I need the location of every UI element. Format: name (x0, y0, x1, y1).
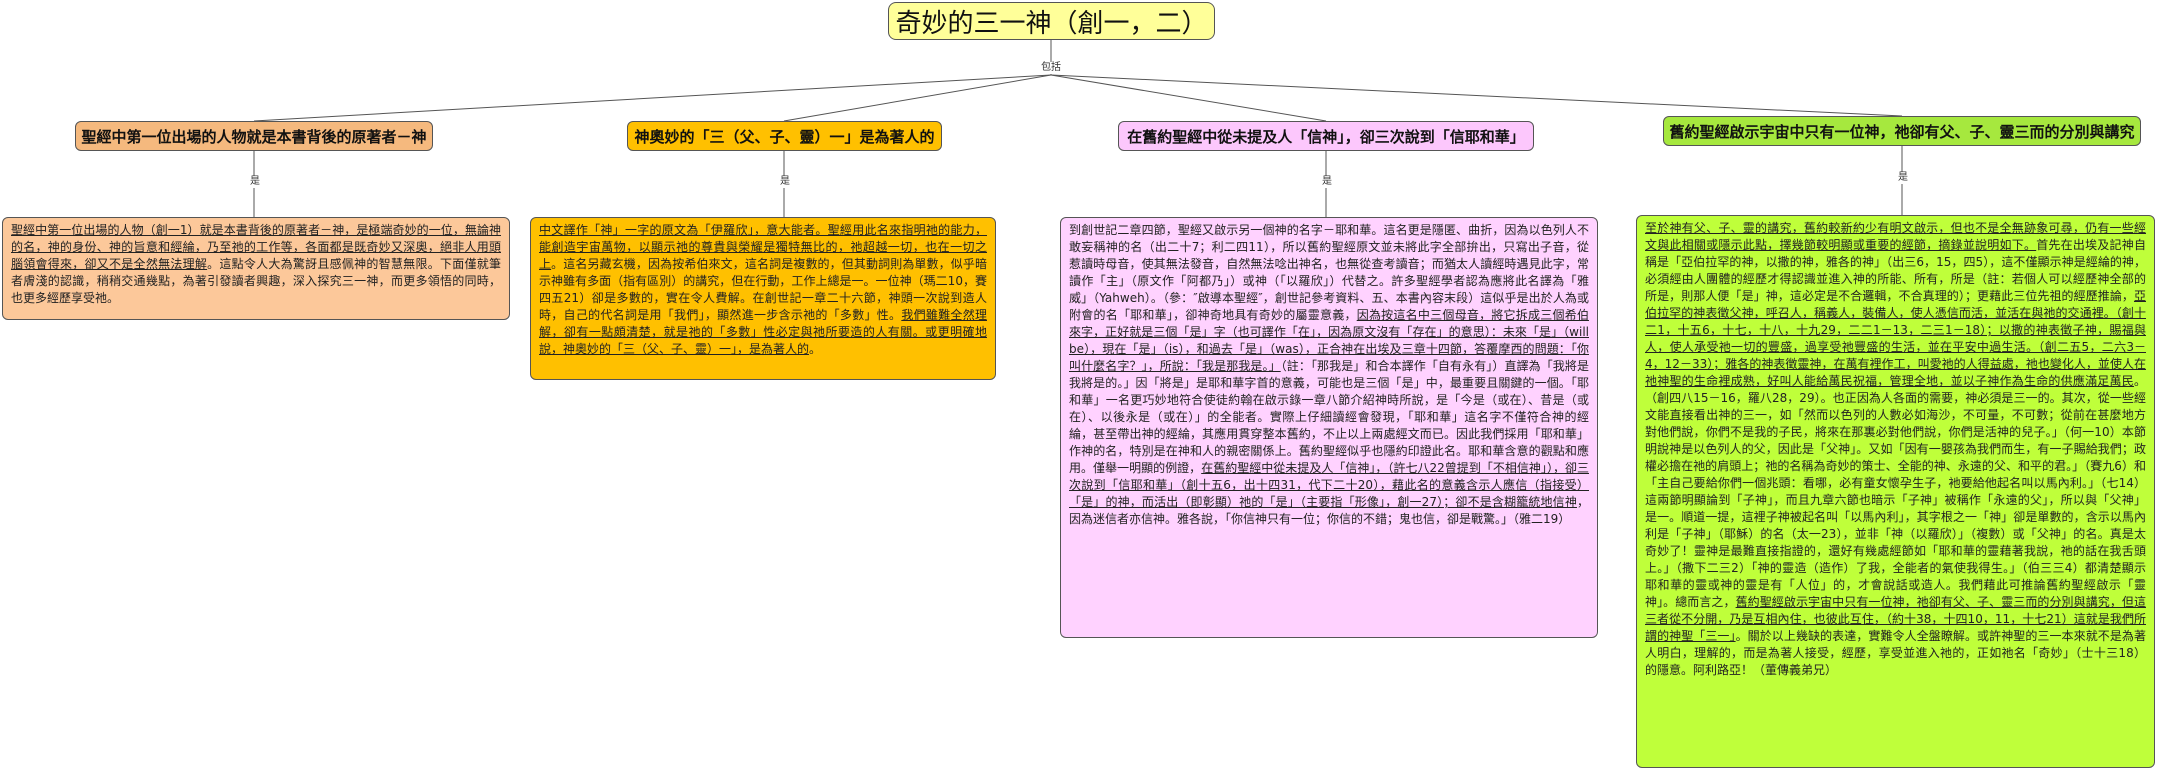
detail-text: 。 (809, 342, 822, 356)
root-link-label: 包括 (1039, 62, 1063, 74)
branch-link-label: 是 (1320, 176, 1334, 188)
branch-link-label: 是 (248, 176, 262, 188)
topic-title: 在舊約聖經中從未提及人「信神」，卻三次說到「信耶和華」 (1127, 127, 1525, 146)
topic-node-4[interactable]: 舊約聖經啟示宇宙中只有一位神，祂卻有父、子、靈三而的分別與講究 (1663, 116, 2141, 146)
detail-node-3[interactable]: 到創世記二章四節，聖經又啟示另一個神的名字－耶和華。這名更是隱匿、曲折，因為以色… (1060, 217, 1598, 638)
topic-node-3[interactable]: 在舊約聖經中從未提及人「信神」，卻三次說到「信耶和華」 (1118, 121, 1534, 151)
detail-text-highlight: 亞伯拉罕的神表徵父神，呼召人，稱義人，裝備人，使人憑信而活，並活在與祂的交通裡。… (1645, 289, 2146, 388)
root-node[interactable]: 奇妙的三一神（創一，二） (888, 2, 1215, 40)
topic-node-1[interactable]: 聖經中第一位出場的人物就是本書背後的原著者－神 (75, 121, 433, 151)
topic-title: 神奧妙的「三（父、子、靈）一」是為著人的 (634, 127, 935, 146)
detail-text: 。（創四八15－16，羅八28，29）。也正因為人各面的需要，神必須是三一的。其… (1645, 374, 2146, 609)
detail-node-2[interactable]: 中文譯作「神」一字的原文為「伊羅欣」，意大能者。聖經用此名來指明祂的能力，能創造… (530, 217, 996, 380)
detail-text: （註：「那我是」和合本譯作「自有永有」）直譯為「我將是我將是的。」因「將是」是耶… (1069, 359, 1589, 475)
branch-link-label: 是 (778, 176, 792, 188)
detail-node-4[interactable]: 至於神有父、子、靈的講究，舊約較新約少有明文啟示，但也不是全無跡象可尋，仍有一些… (1636, 215, 2155, 768)
topic-title: 舊約聖經啟示宇宙中只有一位神，祂卻有父、子、靈三而的分別與講究 (1669, 122, 2135, 141)
branch-link-label: 是 (1896, 172, 1910, 184)
topic-node-2[interactable]: 神奧妙的「三（父、子、靈）一」是為著人的 (627, 121, 942, 151)
detail-node-1[interactable]: 聖經中第一位出場的人物（創一1）就是本書背後的原著者－神，是極端奇妙的一位，無論… (2, 217, 510, 320)
topic-title: 聖經中第一位出場的人物就是本書背後的原著者－神 (81, 127, 427, 146)
root-title: 奇妙的三一神（創一，二） (895, 8, 1208, 39)
